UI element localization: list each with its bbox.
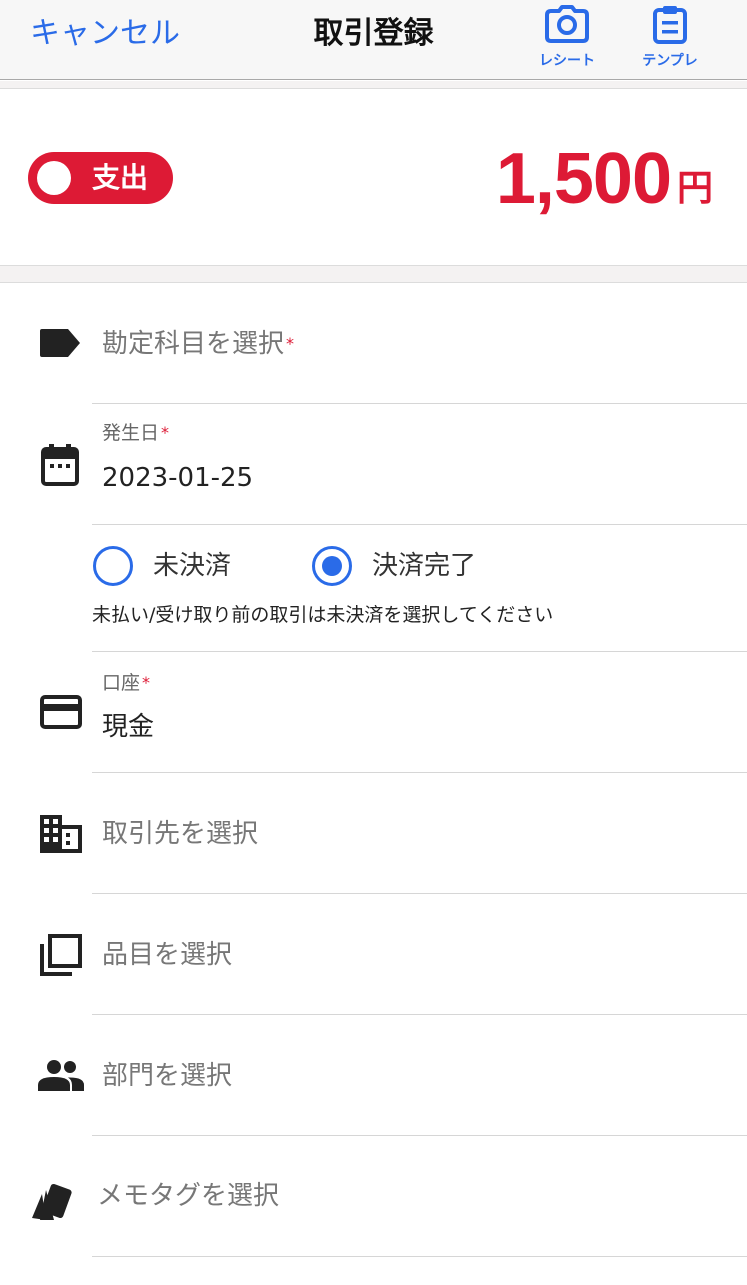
divider: [92, 524, 747, 525]
expense-income-toggle[interactable]: 支出: [28, 152, 173, 204]
receipt-button[interactable]: レシート: [522, 4, 612, 74]
memo-tag-placeholder: メモタグを選択: [97, 1181, 280, 1211]
partner-placeholder: 取引先を選択: [102, 819, 259, 849]
cancel-button[interactable]: キャンセル: [30, 14, 180, 54]
date-label: 発生日 *: [102, 422, 170, 444]
copy-icon: [40, 934, 82, 976]
required-mark: *: [286, 334, 295, 353]
building-icon: [40, 815, 82, 853]
memo-tag-row[interactable]: メモタグを選択: [0, 1136, 747, 1257]
template-label: テンプレ: [642, 53, 698, 69]
settlement-unpaid-label[interactable]: 未決済: [153, 549, 231, 583]
clipboard-icon: [653, 6, 687, 44]
partner-row[interactable]: 取引先を選択: [0, 773, 747, 894]
settlement-unpaid-radio[interactable]: [93, 546, 133, 586]
radio-selected-dot: [322, 556, 342, 576]
item-placeholder: 品目を選択: [102, 940, 233, 970]
people-icon: [38, 1060, 84, 1091]
transaction-type-label: 支出: [92, 161, 149, 194]
divider: [92, 1256, 747, 1257]
nav-bar: キャンセル 取引登録 レシート テンプレ: [0, 0, 747, 80]
template-button[interactable]: テンプレ: [625, 4, 715, 74]
amount-input[interactable]: 1,500: [496, 138, 672, 220]
section-separator: [0, 81, 747, 89]
account-item-placeholder: 勘定科目を選択 *: [102, 329, 295, 359]
camera-icon: [545, 5, 589, 43]
wallet-value: 現金: [102, 712, 155, 742]
memo-tags-icon: [32, 1183, 72, 1220]
section-placeholder: 部門を選択: [102, 1061, 233, 1091]
section-row[interactable]: 部門を選択: [0, 1015, 747, 1136]
receipt-label: レシート: [539, 53, 595, 69]
section-separator: [0, 265, 747, 283]
date-value: 2023-01-25: [102, 463, 254, 493]
required-mark: *: [142, 673, 151, 692]
required-mark: *: [161, 423, 170, 442]
settlement-done-radio[interactable]: [312, 546, 352, 586]
date-row[interactable]: 発生日 * 2023-01-25: [0, 404, 747, 525]
settlement-done-label[interactable]: 決済完了: [372, 549, 476, 583]
credit-card-icon: [40, 695, 82, 729]
wallet-row[interactable]: 口座 * 現金: [0, 652, 747, 773]
currency-label: 円: [676, 168, 713, 209]
tag-icon: [40, 329, 80, 357]
item-row[interactable]: 品目を選択: [0, 894, 747, 1015]
toggle-knob: [37, 161, 71, 195]
wallet-label: 口座 *: [102, 672, 151, 694]
calendar-icon: [41, 444, 79, 486]
account-item-row[interactable]: 勘定科目を選択 *: [0, 283, 747, 404]
settlement-note: 未払い/受け取り前の取引は未決済を選択してください: [92, 604, 554, 626]
